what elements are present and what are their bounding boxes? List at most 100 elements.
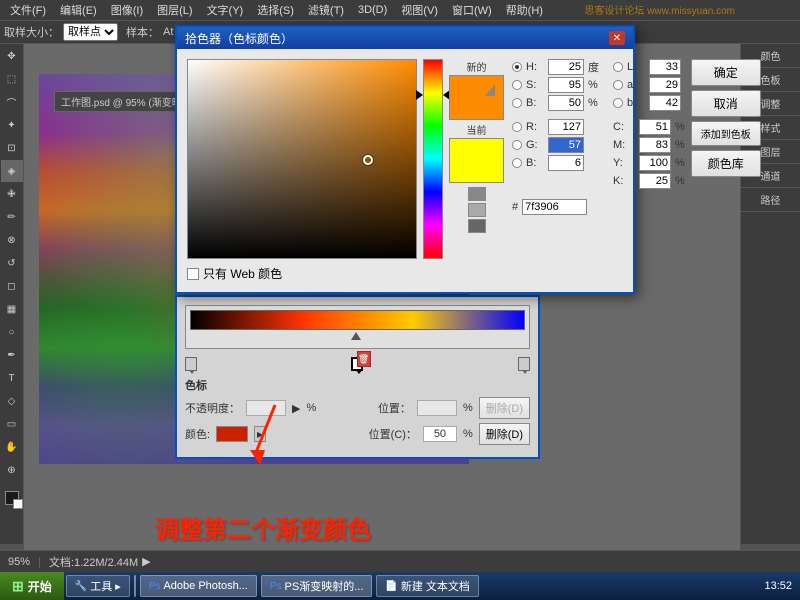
cancel-button[interactable]: 取消 [691, 90, 761, 117]
b-radio[interactable] [512, 98, 522, 108]
current-swatch-label: 当前 [467, 122, 487, 137]
hex-symbol: # [512, 201, 518, 213]
opacity-pct: % [306, 402, 316, 414]
a-label: a: [627, 79, 645, 91]
tool-brush[interactable]: ✏ [1, 206, 23, 228]
h-radio[interactable] [512, 62, 522, 72]
s-radio[interactable] [512, 80, 522, 90]
gradient-bar[interactable] [190, 310, 525, 330]
g-input[interactable] [548, 137, 584, 153]
status-bar: 95% | 文档:1.22M/2.44M ▶ [0, 550, 800, 572]
gradient-stop-bottom-left[interactable] [185, 357, 197, 371]
start-button[interactable]: ⊞ 开始 [0, 572, 64, 600]
r-label: R: [526, 121, 544, 133]
taskbar-ps-gradient[interactable]: Ps PS渐变映射的... [261, 575, 373, 597]
sample-size-select[interactable]: 取样点 [63, 23, 118, 41]
k-row: K: % [613, 173, 685, 189]
r-input[interactable] [548, 119, 584, 135]
trash-icon[interactable]: 🗑 [353, 353, 371, 367]
y-label: Y: [613, 157, 635, 169]
tool-eyedropper[interactable]: ◈ [1, 160, 23, 182]
add-to-swatches-button[interactable]: 添加到色板 [691, 121, 761, 146]
ok-button[interactable]: 确定 [691, 59, 761, 86]
tool-heal[interactable]: ✙ [1, 183, 23, 205]
tool-select[interactable]: ⬚ [1, 68, 23, 90]
tool-hand[interactable]: ✋ [1, 436, 23, 458]
tool-gradient[interactable]: ▦ [1, 298, 23, 320]
color-library-button[interactable]: 颜色库 [691, 150, 761, 177]
menu-filter[interactable]: 滤镜(T) [302, 2, 350, 18]
photoshop-window: 文件(F) 编辑(E) 图像(I) 图层(L) 文字(Y) 选择(S) 滤镜(T… [0, 0, 800, 600]
red-arrow-annotation [245, 395, 305, 478]
l-radio[interactable] [613, 62, 623, 72]
hsb-lab-values: H: 度 S: % [512, 59, 599, 189]
delete-button-2[interactable]: 删除(D) [479, 423, 530, 445]
tool-path[interactable]: ◇ [1, 390, 23, 412]
new-color-swatch[interactable] [449, 75, 504, 120]
watermark: 思客设计论坛 www.missyuan.com [584, 2, 735, 17]
tool-move[interactable]: ✥ [1, 45, 23, 67]
gradient-stop-top-1[interactable] [351, 332, 361, 340]
menu-3d[interactable]: 3D(D) [352, 4, 393, 16]
taskbar-new-doc[interactable]: 📄 新建 文本文档 [376, 575, 479, 597]
close-button[interactable]: ✕ [609, 31, 625, 45]
values-and-buttons: H: 度 S: % [512, 59, 761, 189]
tool-fg-color[interactable] [1, 487, 23, 509]
menu-bar: 文件(F) 编辑(E) 图像(I) 图层(L) 文字(Y) 选择(S) 滤镜(T… [0, 0, 800, 20]
taskbar-photoshop[interactable]: Ps Adobe Photosh... [140, 575, 257, 597]
tool-wand[interactable]: ✦ [1, 114, 23, 136]
g-radio[interactable] [512, 140, 522, 150]
tool-lasso[interactable]: ⌒ [1, 91, 23, 113]
c-unit: % [675, 121, 685, 133]
tool-zoom[interactable]: ⊕ [1, 459, 23, 481]
tool-stamp[interactable]: ⊗ [1, 229, 23, 251]
s-input[interactable] [548, 77, 584, 93]
tool-crop[interactable]: ⊡ [1, 137, 23, 159]
m-input[interactable] [639, 137, 671, 153]
chinese-annotation: 调整第二个渐变颜色 [155, 510, 371, 545]
b2-input[interactable] [649, 95, 681, 111]
position-pct-1: % [463, 402, 473, 414]
s-row: S: % [512, 77, 599, 93]
hex-input[interactable] [522, 199, 587, 215]
menu-file[interactable]: 文件(F) [4, 2, 52, 18]
lab-cmyk-values: L: a: b: [613, 59, 685, 189]
left-toolbar: ✥ ⬚ ⌒ ✦ ⊡ ◈ ✙ ✏ ⊗ ↺ ◻ ▦ ○ ✒ T ◇ ▭ ✋ ⊕ [0, 44, 24, 544]
menu-image[interactable]: 图像(I) [105, 2, 149, 18]
a-input[interactable] [649, 77, 681, 93]
menu-window[interactable]: 窗口(W) [446, 2, 498, 18]
color-box[interactable] [216, 426, 248, 442]
menu-text[interactable]: 文字(Y) [201, 2, 250, 18]
color-row: 颜色: ▶ 位置(C)： % 删除(D) [185, 423, 530, 445]
h-input[interactable] [548, 59, 584, 75]
a-radio[interactable] [613, 80, 623, 90]
menu-edit[interactable]: 编辑(E) [54, 2, 103, 18]
taskbar-tools[interactable]: 🔧 工具 ▸ [66, 575, 130, 597]
tool-pen[interactable]: ✒ [1, 344, 23, 366]
color-field[interactable] [187, 59, 417, 259]
gradient-stop-bottom-right[interactable] [518, 357, 530, 371]
r-radio[interactable] [512, 122, 522, 132]
menu-help[interactable]: 帮助(H) [500, 2, 549, 18]
c-input[interactable] [639, 119, 671, 135]
l-input[interactable] [649, 59, 681, 75]
b2-radio[interactable] [613, 98, 623, 108]
web-only-checkbox[interactable] [187, 268, 199, 280]
blue-input[interactable] [548, 155, 584, 171]
b-label: B: [526, 97, 544, 109]
menu-select[interactable]: 选择(S) [251, 2, 300, 18]
tool-dodge[interactable]: ○ [1, 321, 23, 343]
hue-slider[interactable] [423, 59, 443, 259]
position-input-2[interactable] [423, 426, 457, 442]
menu-view[interactable]: 视图(V) [395, 2, 444, 18]
b-input[interactable] [548, 95, 584, 111]
tool-history[interactable]: ↺ [1, 252, 23, 274]
blue-radio[interactable] [512, 158, 522, 168]
tool-shape[interactable]: ▭ [1, 413, 23, 435]
dialog-buttons: 确定 取消 添加到色板 颜色库 [691, 59, 761, 189]
k-input[interactable] [639, 173, 671, 189]
tool-text[interactable]: T [1, 367, 23, 389]
menu-layer[interactable]: 图层(L) [151, 2, 198, 18]
y-input[interactable] [639, 155, 671, 171]
tool-eraser[interactable]: ◻ [1, 275, 23, 297]
